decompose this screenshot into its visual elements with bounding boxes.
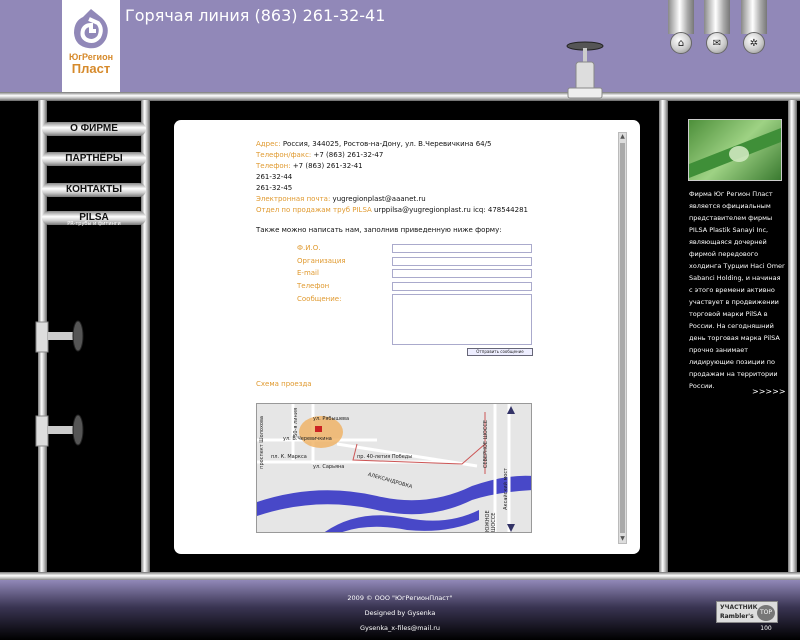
sales-link[interactable]: urppilsa@yugregionplast.ru icq: 47854428… <box>374 206 528 214</box>
organization-label: Организация <box>297 257 346 265</box>
menu-item-pilsa-sub: PR-трубы и фитинги <box>67 221 121 227</box>
map-label: ул. В.Черевичкина <box>283 436 332 442</box>
map-label: ул. Сарьяна <box>313 464 345 470</box>
footer-designed: Designed by Gysenka <box>364 609 436 617</box>
rambler-counter[interactable]: УЧАСТНИК Rambler's TOP 100 <box>716 601 778 632</box>
name-label: Ф.И.О. <box>297 244 321 252</box>
submit-button[interactable]: Отправить сообщение <box>467 348 533 356</box>
hotline: Горячая линия (863) 261-32-41 <box>125 6 386 25</box>
valve-left-icon <box>35 320 84 353</box>
footer-copyright: 2009 © ООО "ЮгРегионПласт" <box>347 594 453 602</box>
menu-item-partners[interactable]: ПАРТНЁРЫ <box>42 152 146 166</box>
mail-glyph: ✉ <box>712 37 722 49</box>
pipe-right-outer <box>788 100 797 572</box>
email-label: Электронная почта: <box>256 195 331 203</box>
menu-item-about[interactable]: О ФИРМЕ <box>42 122 146 136</box>
home-icon[interactable]: ⌂ <box>670 32 692 54</box>
rambler-name: Rambler's <box>720 613 754 620</box>
sitemap-icon[interactable]: ✲ <box>743 32 765 54</box>
scroll-thumb[interactable] <box>620 143 625 533</box>
email-input[interactable] <box>392 269 532 278</box>
sitemap-glyph: ✲ <box>749 37 759 49</box>
mail-icon[interactable]: ✉ <box>706 32 728 54</box>
scrollbar[interactable]: ▲ ▼ <box>618 132 627 544</box>
logo-mark-icon <box>74 9 108 49</box>
map-label: Аксайский мост <box>503 468 509 510</box>
top-pipe <box>704 0 730 34</box>
footer-email[interactable]: Gysenka_x-files@mail.ru <box>0 624 800 632</box>
fax-row: Телефон/факс: +7 (863) 261-32-47 <box>256 150 616 161</box>
map-label: ул. Рябышева <box>313 416 350 422</box>
valve-top-icon <box>566 41 604 99</box>
route-map[interactable]: ул. Рябышева ул. В.Черевичкина пр. 40-ле… <box>256 403 532 533</box>
valve-left-icon <box>35 414 84 447</box>
phone-input[interactable] <box>392 282 532 291</box>
contact-info: Адрес: Россия, 344025, Ростов-на-Дону, у… <box>256 139 616 216</box>
map-label: ЮЖНОЕ ШОССЕ <box>485 510 497 532</box>
message-label: Сообщение: <box>297 295 342 303</box>
fax-label: Телефон/факс: <box>256 151 312 159</box>
address-label: Адрес: <box>256 140 281 148</box>
email-link[interactable]: yugregionplast@aaanet.ru <box>333 195 426 203</box>
more-link[interactable]: >>>>> <box>752 387 786 396</box>
name-input[interactable] <box>392 244 532 253</box>
address-value: Россия, 344025, Ростов-на-Дону, ул. В.Че… <box>282 140 492 148</box>
sales-label: Отдел по продажам труб PILSA <box>256 206 372 214</box>
scroll-up-icon[interactable]: ▲ <box>619 133 626 141</box>
phone2-row: 261-32-44 <box>256 173 293 181</box>
logo-line2: Пласт <box>71 61 111 76</box>
map-label: 50-я линия <box>293 408 299 437</box>
scroll-down-icon[interactable]: ▼ <box>619 535 626 543</box>
map-title: Схема проезда <box>256 380 312 388</box>
map-label: проспект Шолохова <box>259 416 265 469</box>
phone-label-form: Телефон <box>297 282 330 290</box>
pipe-left-inner <box>141 100 150 572</box>
pipe-top <box>0 92 800 101</box>
map-label: СЕВЕРНОЕ ШОССЕ <box>483 420 489 469</box>
logo[interactable]: ЮгРегион Пласт <box>62 0 120 100</box>
email-row: Электронная почта: yugregionplast@aaanet… <box>256 194 616 205</box>
pipe-photo-icon <box>689 128 781 178</box>
phone-value: +7 (863) 261-32-41 <box>292 162 363 170</box>
map-label: пр. 40-летия Победы <box>357 454 413 460</box>
email-label-form: E-mail <box>297 269 319 277</box>
sales-row: Отдел по продажам труб PILSA urppilsa@yu… <box>256 205 616 216</box>
rambler-top-label: УЧАСТНИК <box>720 604 758 611</box>
product-photo <box>688 119 782 181</box>
address-row: Адрес: Россия, 344025, Ростов-на-Дону, у… <box>256 139 616 150</box>
company-description: Фирма Юг Регион Пласт является официальн… <box>689 190 785 390</box>
top-pipe <box>741 0 767 34</box>
phone-label: Телефон: <box>256 162 291 170</box>
phone-row: Телефон: +7 (863) 261-32-41 <box>256 161 616 172</box>
map-label: пл. К. Маркса <box>271 454 307 460</box>
home-glyph: ⌂ <box>677 37 685 49</box>
menu-item-contacts[interactable]: КОНТАКТЫ <box>42 183 146 197</box>
pipe-right-inner <box>659 100 668 572</box>
rambler-badge: TOP 100 <box>757 605 775 632</box>
fax-value: +7 (863) 261-32-47 <box>313 151 384 159</box>
organization-input[interactable] <box>392 257 532 266</box>
form-intro: Также можно написать нам, заполнив приве… <box>256 226 502 234</box>
top-pipe <box>668 0 694 34</box>
message-textarea[interactable] <box>392 294 532 345</box>
phone3-row: 261-32-45 <box>256 184 293 192</box>
